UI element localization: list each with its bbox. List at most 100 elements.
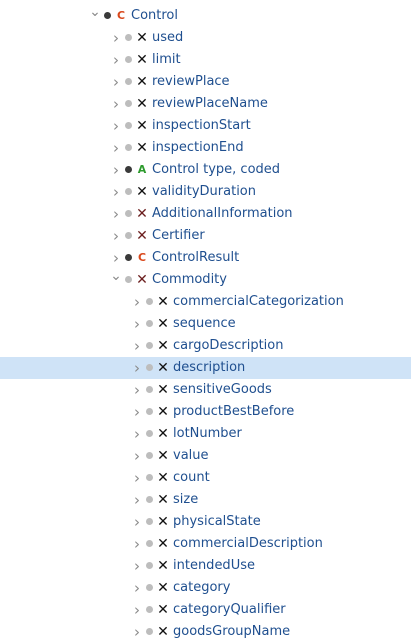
tree-node-label: categoryQualifier [173, 602, 286, 617]
tree-node-label: commercialCategorization [173, 294, 344, 309]
status-dot-icon [146, 496, 153, 503]
status-dot-icon [125, 254, 132, 261]
status-dot-icon [146, 342, 153, 349]
status-dot-icon [125, 188, 132, 195]
tree-node-validityduration[interactable]: ✕ validityDuration [0, 181, 411, 203]
chevron-right-icon[interactable] [131, 511, 143, 533]
chevron-right-icon[interactable] [110, 247, 122, 269]
tree-node-intendeduse[interactable]: ✕ intendedUse [0, 555, 411, 577]
status-dot-icon [125, 122, 132, 129]
tree-node-reviewplace[interactable]: ✕ reviewPlace [0, 71, 411, 93]
chevron-right-icon[interactable] [110, 71, 122, 93]
status-dot-icon [125, 56, 132, 63]
tree-node-commercialdescription[interactable]: ✕ commercialDescription [0, 533, 411, 555]
chevron-right-icon[interactable] [131, 357, 143, 379]
chevron-right-icon[interactable] [131, 599, 143, 621]
chevron-right-icon[interactable] [131, 401, 143, 423]
chevron-right-icon[interactable] [131, 621, 143, 643]
element-x-icon: ✕ [157, 470, 169, 486]
element-x-icon: ✕ [157, 624, 169, 640]
element-x-icon: ✕ [157, 448, 169, 464]
chevron-right-icon[interactable] [131, 379, 143, 401]
tree-node-label: sequence [173, 316, 236, 331]
chevron-right-icon[interactable] [110, 137, 122, 159]
tree-node-cargodescription[interactable]: ✕ cargoDescription [0, 335, 411, 357]
element-x-icon: ✕ [157, 426, 169, 442]
tree-node-count[interactable]: ✕ count [0, 467, 411, 489]
chevron-right-icon[interactable] [131, 445, 143, 467]
chevron-right-icon[interactable] [110, 49, 122, 71]
element-x-icon: ✕ [157, 558, 169, 574]
chevron-right-icon[interactable] [110, 181, 122, 203]
tree-node-label: value [173, 448, 209, 463]
tree-node-additionalinformation[interactable]: ✕ AdditionalInformation [0, 203, 411, 225]
tree-node-category[interactable]: ✕ category [0, 577, 411, 599]
tree-node-limit[interactable]: ✕ limit [0, 49, 411, 71]
element-x-icon: ✕ [136, 184, 148, 200]
chevron-right-icon[interactable] [110, 115, 122, 137]
tree-node-physicalstate[interactable]: ✕ physicalState [0, 511, 411, 533]
chevron-right-icon[interactable] [131, 577, 143, 599]
tree-node-control-type-coded[interactable]: A Control type, coded [0, 159, 411, 181]
tree-node-label: physicalState [173, 514, 261, 529]
tree-node-label: validityDuration [152, 184, 256, 199]
tree-node-productbestbefore[interactable]: ✕ productBestBefore [0, 401, 411, 423]
status-dot-icon [125, 34, 132, 41]
tree-node-label: description [173, 360, 246, 375]
tree-node-goodsgroupname[interactable]: ✕ goodsGroupName [0, 621, 411, 643]
chevron-right-icon[interactable] [131, 291, 143, 313]
chevron-right-icon[interactable] [110, 27, 122, 49]
chevron-right-icon[interactable] [131, 423, 143, 445]
element-x-icon: ✕ [157, 492, 169, 508]
tree-node-controlresult[interactable]: C ControlResult [0, 247, 411, 269]
element-x-icon: ✕ [157, 536, 169, 552]
tree-node-certifier[interactable]: ✕ Certifier [0, 225, 411, 247]
chevron-right-icon[interactable] [131, 533, 143, 555]
tree-node-description[interactable]: ✕ description [0, 357, 411, 379]
tree-node-label: Certifier [152, 228, 205, 243]
tree-node-sequence[interactable]: ✕ sequence [0, 313, 411, 335]
chevron-right-icon[interactable] [110, 93, 122, 115]
tree-node-used[interactable]: ✕ used [0, 27, 411, 49]
status-dot-icon [146, 540, 153, 547]
tree-node-label: category [173, 580, 231, 595]
tree-node-label: goodsGroupName [173, 624, 291, 639]
status-dot-icon [146, 518, 153, 525]
chevron-right-icon[interactable] [110, 159, 122, 181]
chevron-down-icon[interactable] [89, 5, 101, 27]
status-dot-icon [146, 298, 153, 305]
tree-node-commodity[interactable]: ✕ Commodity [0, 269, 411, 291]
tree-node-size[interactable]: ✕ size [0, 489, 411, 511]
status-dot-icon [146, 628, 153, 635]
tree-node-commercialcategorization[interactable]: ✕ commercialCategorization [0, 291, 411, 313]
model-tree: C Control ✕ used ✕ limit ✕ reviewPlace ✕ reviewPl… [0, 5, 411, 643]
tree-node-sensitivegoods[interactable]: ✕ sensitiveGoods [0, 379, 411, 401]
chevron-down-icon[interactable] [110, 269, 122, 291]
status-dot-icon [125, 210, 132, 217]
tree-node-label: reviewPlaceName [152, 96, 268, 111]
chevron-right-icon[interactable] [131, 489, 143, 511]
status-dot-icon [146, 584, 153, 591]
status-dot-icon [146, 474, 153, 481]
tree-node-reviewplacename[interactable]: ✕ reviewPlaceName [0, 93, 411, 115]
element-x-icon: ✕ [157, 580, 169, 596]
chevron-right-icon[interactable] [110, 203, 122, 225]
chevron-right-icon[interactable] [131, 467, 143, 489]
class-c-icon: C [116, 9, 126, 22]
tree-node-value[interactable]: ✕ value [0, 445, 411, 467]
tree-node-lotnumber[interactable]: ✕ lotNumber [0, 423, 411, 445]
chevron-right-icon[interactable] [110, 225, 122, 247]
element-x-icon: ✕ [157, 338, 169, 354]
status-dot-icon [146, 386, 153, 393]
tree-node-control[interactable]: C Control [0, 5, 411, 27]
tree-node-inspectionend[interactable]: ✕ inspectionEnd [0, 137, 411, 159]
tree-node-inspectionstart[interactable]: ✕ inspectionStart [0, 115, 411, 137]
tree-node-categoryqualifier[interactable]: ✕ categoryQualifier [0, 599, 411, 621]
chevron-right-icon[interactable] [131, 335, 143, 357]
tree-node-label: used [152, 30, 184, 45]
element-x-icon: ✕ [136, 74, 148, 90]
status-dot-icon [104, 12, 111, 19]
chevron-right-icon[interactable] [131, 313, 143, 335]
element-x-icon: ✕ [157, 602, 169, 618]
chevron-right-icon[interactable] [131, 555, 143, 577]
